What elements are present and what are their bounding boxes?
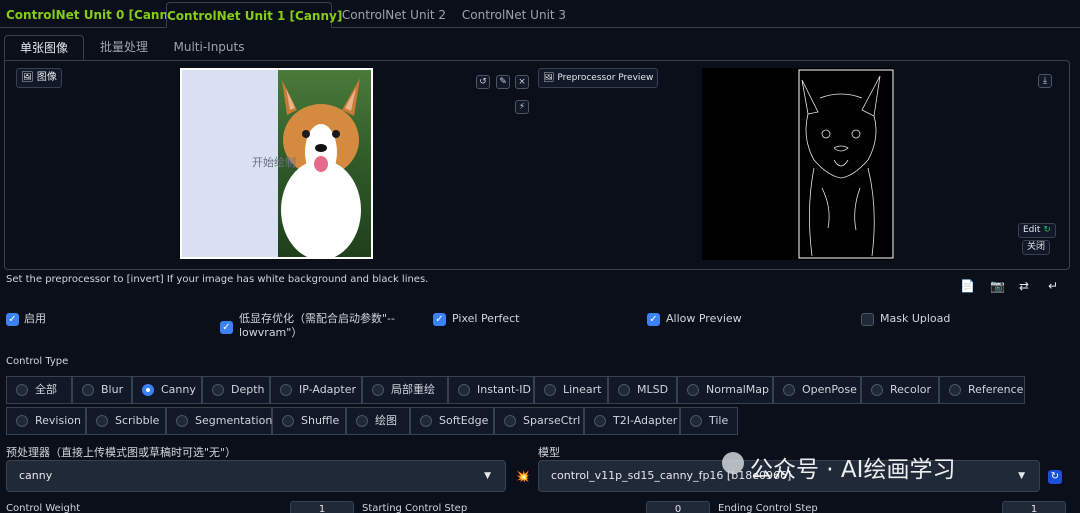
control-type-sparsectrl[interactable]: SparseCtrl [494,407,584,435]
preprocessor-label: 预处理器（直接上传模式图或草稿时可选"无"） [6,446,237,459]
pen-icon[interactable]: ✎ [496,75,510,89]
control-type-recolor[interactable]: Recolor [861,376,939,404]
enable-checkbox[interactable]: ✓ [6,313,19,326]
close-icon[interactable]: × [515,75,529,89]
document-icon[interactable]: 📄 [960,279,975,293]
download-icon[interactable]: ⤓ [1038,74,1052,88]
control-type-softedge[interactable]: SoftEdge [410,407,494,435]
image-icon: 🖼 [543,73,555,83]
control-type-depth[interactable]: Depth [202,376,270,404]
control-type-t2i-adapter[interactable]: T2I-Adapter [584,407,680,435]
starting-step-input[interactable]: 0 [646,501,710,513]
mask-upload-checkbox[interactable] [861,313,874,326]
control-weight-label: Control Weight [6,503,81,513]
preprocessor-dropdown[interactable]: canny ▼ [6,460,506,492]
tab-unit-3[interactable]: ControlNet Unit 3 [460,2,568,28]
ending-step-input[interactable]: 1 [1002,501,1066,513]
control-type-canny[interactable]: Canny [132,376,202,404]
model-label: 模型 [538,446,560,459]
edit-button[interactable]: Edit ↻ [1018,223,1056,238]
image-label-chip: 🖼 图像 [16,68,62,88]
chevron-down-icon: ▼ [484,471,491,481]
camera-icon[interactable]: 📷 [990,279,1005,293]
control-type-ip-adapter[interactable]: IP-Adapter [270,376,362,404]
preprocessor-preview-chip: 🖼 Preprocessor Preview [538,68,659,88]
refresh-icon: ↻ [1043,225,1051,235]
control-type-shuffle[interactable]: Shuffle [272,407,346,435]
send-icon[interactable]: ↵ [1048,279,1058,293]
canvas-start-drawing-text: 开始绘制 [252,156,296,169]
control-type-label: Control Type [6,356,69,367]
close-button[interactable]: 关闭 [1022,240,1051,255]
mask-upload-label: Mask Upload [880,312,951,325]
lowvram-label: 低显存优化（需配合启动参数"--lowvram"） [239,312,395,339]
ending-step-label: Ending Control Step [718,503,818,513]
swap-icon[interactable]: ⇄ [1019,279,1029,293]
preprocessor-preview-image [702,68,894,260]
tab-unit-0[interactable]: ControlNet Unit 0 [Canny] [6,2,181,28]
image-panel [4,60,1070,270]
control-type-all[interactable]: 全部 [6,376,72,404]
control-type-revision[interactable]: Revision [6,407,86,435]
input-image-canvas[interactable]: 开始绘制 [180,68,373,259]
control-type-scribble[interactable]: Scribble [86,407,166,435]
control-type-openpose[interactable]: OpenPose [773,376,861,404]
tab-batch[interactable]: 批量处理 [88,35,160,60]
control-type-normalmap[interactable]: NormalMap [677,376,773,404]
control-type-mlsd[interactable]: MLSD [608,376,677,404]
control-type-segmentation[interactable]: Segmentation [166,407,272,435]
allow-preview-label: Allow Preview [666,312,742,325]
control-type-inpaint[interactable]: 局部重绘 [362,376,448,404]
image-icon: 🖼 [21,72,34,83]
control-type-reference[interactable]: Reference [939,376,1025,404]
refresh-models-icon[interactable]: ↻ [1048,470,1062,484]
hint-text: Set the preprocessor to [invert] If your… [6,274,429,285]
chevron-down-icon: ▼ [1018,471,1025,481]
tab-single-image[interactable]: 单张图像 [4,35,84,60]
wechat-icon [722,452,744,474]
run-icon[interactable]: 💥 [516,470,530,483]
rotate-icon[interactable]: ↺ [476,75,490,89]
control-type-drawing[interactable]: 绘图 [346,407,410,435]
control-type-instant-id[interactable]: Instant-ID [448,376,534,404]
enable-label: 启用 [24,312,46,325]
control-type-lineart[interactable]: Lineart [534,376,608,404]
canny-edge-map [798,69,894,259]
pixel-perfect-checkbox[interactable]: ✓ [433,313,446,326]
starting-step-label: Starting Control Step [362,503,468,513]
allow-preview-checkbox[interactable]: ✓ [647,313,660,326]
tab-unit-1[interactable]: ControlNet Unit 1 [Canny] [166,2,342,28]
lowvram-checkbox[interactable]: ✓ [220,321,233,334]
tab-unit-2[interactable]: ControlNet Unit 2 [340,2,448,28]
unit-tab-bar: ControlNet Unit 0 [Canny] ControlNet Uni… [0,0,1080,28]
control-type-tile[interactable]: Tile [680,407,738,435]
run-preprocessor-icon[interactable]: ⚡ [515,100,529,114]
control-type-blur[interactable]: Blur [72,376,132,404]
pixel-perfect-label: Pixel Perfect [452,312,520,325]
control-weight-input[interactable]: 1 [290,501,354,513]
watermark-text: 公众号 · AI绘画学习 [750,457,956,483]
tab-multi-inputs[interactable]: Multi-Inputs [166,35,252,60]
